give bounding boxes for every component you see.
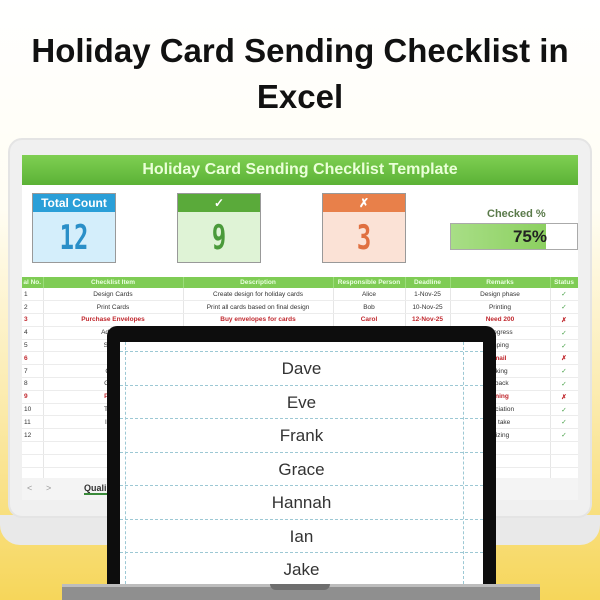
next-sheet-icon[interactable]: > bbox=[46, 483, 51, 493]
table-row: 1 Design Cards Create design for holiday c… bbox=[22, 288, 578, 302]
headline-line2: Excel bbox=[256, 78, 344, 115]
cell-person[interactable]: Bob bbox=[333, 300, 406, 315]
cell-item[interactable]: Purchase Envelopes bbox=[43, 313, 184, 327]
cell-remarks[interactable]: Printing bbox=[450, 300, 551, 315]
cell-status[interactable]: ✓ bbox=[550, 377, 578, 391]
cell-deadline[interactable]: 12-Nov-25 bbox=[405, 313, 451, 327]
cell-no[interactable]: 3 bbox=[22, 313, 44, 327]
cell-desc[interactable]: Create design for holiday cards bbox=[183, 288, 334, 302]
cell-item[interactable]: Print Cards bbox=[43, 300, 184, 315]
sheet-title: Holiday Card Sending Checklist Template bbox=[22, 155, 578, 185]
sheet-tab[interactable]: Quali bbox=[84, 483, 107, 495]
cell-person[interactable]: Carol bbox=[333, 313, 406, 327]
cell-no[interactable]: 4 bbox=[22, 326, 44, 340]
grid-line bbox=[120, 351, 483, 352]
name-list-item: Frank bbox=[120, 419, 483, 453]
cell-status[interactable]: ✓ bbox=[550, 364, 578, 379]
summary-card: Total Count 12 bbox=[32, 193, 116, 263]
front-laptop-screen: Dave Eve Frank Grace Hannah Ian Jake bbox=[120, 342, 483, 584]
cell-desc[interactable]: Print all cards based on final design bbox=[183, 300, 334, 315]
laptop-notch bbox=[270, 584, 330, 590]
cell-no[interactable]: 9 bbox=[22, 390, 44, 404]
cell-deadline[interactable]: 1-Nov-25 bbox=[405, 288, 451, 302]
card-value: 12 bbox=[59, 218, 89, 258]
card-label: ✓ bbox=[178, 194, 260, 212]
summary-card: ✗ 3 bbox=[322, 193, 406, 263]
cell-no[interactable]: 2 bbox=[22, 300, 44, 315]
cell-desc[interactable]: Buy envelopes for cards bbox=[183, 313, 334, 327]
cell-no[interactable]: 1 bbox=[22, 288, 44, 302]
cell-status[interactable]: ✓ bbox=[550, 300, 578, 315]
column-header: al No. bbox=[22, 277, 44, 288]
summary-card: ✓ 9 bbox=[177, 193, 261, 263]
name-list-item: Eve bbox=[120, 386, 483, 419]
cell-status[interactable]: ✗ bbox=[550, 351, 578, 366]
column-header: Deadline bbox=[405, 277, 451, 288]
cell-remarks[interactable]: Need 200 bbox=[450, 313, 551, 327]
prev-sheet-icon[interactable]: < bbox=[27, 483, 32, 493]
checked-percent-value: 75% bbox=[512, 227, 547, 246]
name-list-item: Jake bbox=[120, 553, 483, 584]
name-list-item: Dave bbox=[120, 352, 483, 386]
column-header: Remarks bbox=[450, 277, 551, 288]
checked-percent-label: Checked % bbox=[487, 208, 546, 220]
cell-empty[interactable] bbox=[550, 441, 578, 455]
cell-empty[interactable] bbox=[550, 454, 578, 468]
cell-empty[interactable] bbox=[22, 441, 44, 455]
cell-status[interactable]: ✓ bbox=[550, 428, 578, 443]
cell-status[interactable]: ✓ bbox=[550, 326, 578, 340]
cell-no[interactable]: 11 bbox=[22, 415, 44, 430]
headline: Holiday Card Sending Checklist in Excel bbox=[0, 28, 600, 120]
name-list-item: Hannah bbox=[120, 486, 483, 520]
card-label: ✗ bbox=[323, 194, 405, 212]
table-row: 2 Print Cards Print all cards based on fin… bbox=[22, 300, 578, 315]
table-row: 3 Purchase Envelopes Buy envelopes for car… bbox=[22, 313, 578, 327]
card-label: Total Count bbox=[33, 194, 115, 212]
card-value: 3 bbox=[356, 218, 372, 258]
cell-status[interactable]: ✓ bbox=[550, 403, 578, 417]
column-header: Responsible Person bbox=[333, 277, 406, 288]
cell-item[interactable]: Design Cards bbox=[43, 288, 184, 302]
cell-status[interactable]: ✗ bbox=[550, 390, 578, 404]
checked-percent-bar: 75% bbox=[450, 223, 578, 250]
cell-deadline[interactable]: 10-Nov-25 bbox=[405, 300, 451, 315]
headline-line1: Holiday Card Sending Checklist in bbox=[31, 32, 569, 69]
cell-remarks[interactable]: Design phase bbox=[450, 288, 551, 302]
cell-no[interactable]: 8 bbox=[22, 377, 44, 391]
name-list-item: Ian bbox=[120, 520, 483, 553]
cell-status[interactable]: ✓ bbox=[550, 339, 578, 353]
column-header: Checklist Item bbox=[43, 277, 184, 288]
name-list-item: Grace bbox=[120, 453, 483, 486]
cell-status[interactable]: ✓ bbox=[550, 415, 578, 430]
cell-no[interactable]: 7 bbox=[22, 364, 44, 379]
cell-status[interactable]: ✓ bbox=[550, 288, 578, 302]
cell-empty[interactable] bbox=[22, 454, 44, 468]
cell-no[interactable]: 12 bbox=[22, 428, 44, 443]
card-value: 9 bbox=[211, 218, 227, 258]
cell-status[interactable]: ✗ bbox=[550, 313, 578, 327]
column-header: Description bbox=[183, 277, 334, 288]
cell-no[interactable]: 6 bbox=[22, 351, 44, 366]
cell-no[interactable]: 5 bbox=[22, 339, 44, 353]
cell-person[interactable]: Alice bbox=[333, 288, 406, 302]
cell-no[interactable]: 10 bbox=[22, 403, 44, 417]
column-header: Status bbox=[550, 277, 578, 288]
